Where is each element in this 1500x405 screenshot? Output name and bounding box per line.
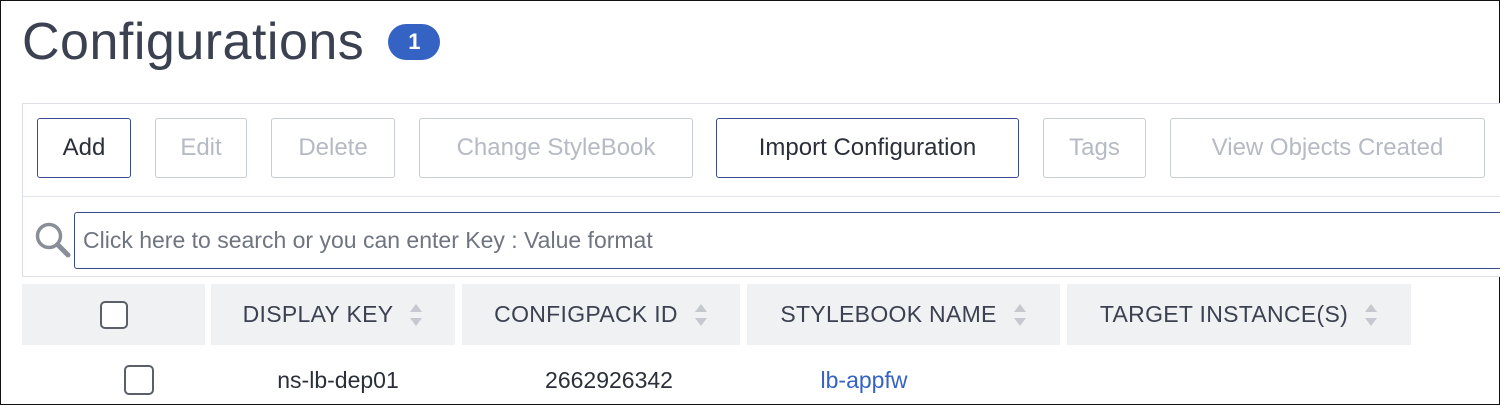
header-select-all — [22, 284, 205, 345]
sort-icon[interactable] — [1013, 301, 1027, 329]
column-header-target-instances[interactable]: TARGET INSTANCE(S) — [1067, 284, 1411, 345]
row-checkbox[interactable] — [124, 365, 154, 395]
sort-icon[interactable] — [409, 301, 423, 329]
column-header-configpack-id[interactable]: CONFIGPACK ID — [462, 284, 740, 345]
cell-target-instances — [1067, 360, 1411, 400]
delete-button[interactable]: Delete — [271, 118, 395, 178]
column-label: STYLEBOOK NAME — [780, 301, 997, 327]
configurations-panel: Add Edit Delete Change StyleBook Import … — [22, 103, 1500, 277]
import-configuration-button[interactable]: Import Configuration — [716, 118, 1019, 178]
add-button[interactable]: Add — [37, 118, 131, 178]
cell-configpack-id: 2662926342 — [545, 366, 673, 393]
count-badge: 1 — [388, 24, 441, 60]
search-icon[interactable] — [33, 220, 73, 260]
page-header: Configurations 1 — [22, 10, 441, 74]
cell-display-key: ns-lb-dep01 — [277, 366, 399, 393]
column-header-display-key[interactable]: DISPLAY KEY — [211, 284, 455, 345]
column-label: DISPLAY KEY — [242, 301, 394, 327]
column-label: CONFIGPACK ID — [494, 301, 678, 327]
column-header-stylebook-name[interactable]: STYLEBOOK NAME — [747, 284, 1060, 345]
page-title: Configurations — [22, 13, 365, 71]
select-all-checkbox[interactable] — [99, 300, 128, 329]
stylebook-link[interactable]: lb-appfw — [821, 367, 908, 394]
sort-icon[interactable] — [694, 301, 708, 329]
edit-button[interactable]: Edit — [155, 118, 247, 178]
view-objects-created-button[interactable]: View Objects Created — [1170, 118, 1485, 178]
column-label: TARGET INSTANCE(S) — [1099, 301, 1349, 327]
toolbar-divider — [23, 196, 1500, 197]
change-stylebook-button[interactable]: Change StyleBook — [419, 118, 693, 178]
cell-stylebook-name: lb-appfw — [747, 360, 981, 400]
tags-button[interactable]: Tags — [1043, 118, 1146, 178]
search-input[interactable] — [74, 212, 1500, 269]
sort-icon[interactable] — [1364, 301, 1378, 329]
